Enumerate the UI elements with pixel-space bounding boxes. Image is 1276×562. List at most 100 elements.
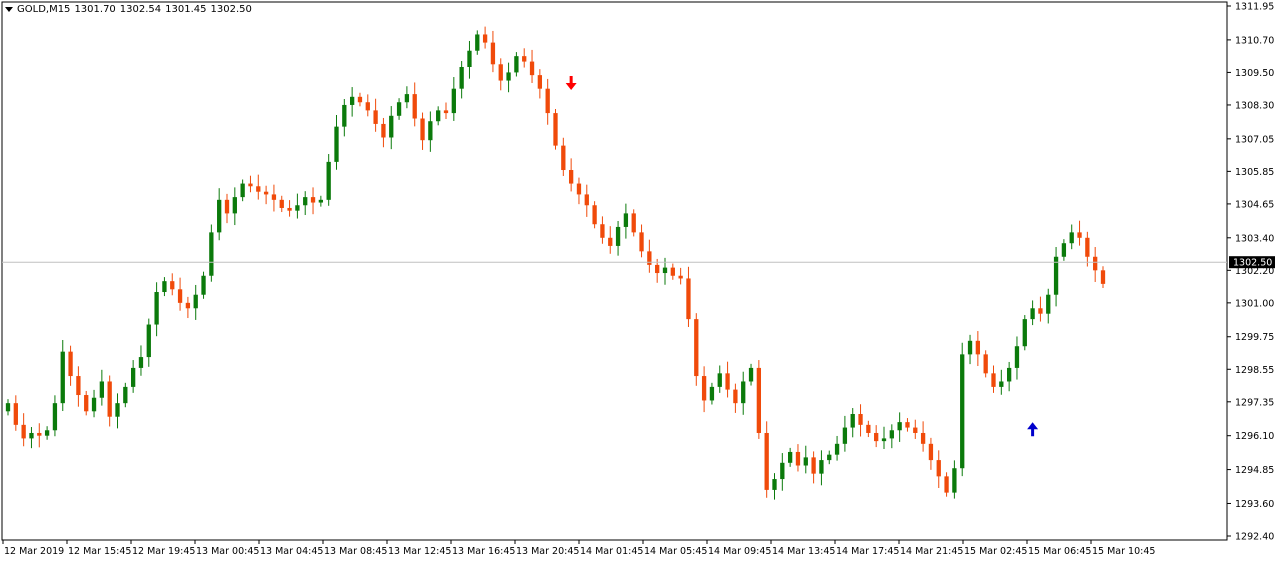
ohlc-high: 1302.54 bbox=[119, 4, 162, 15]
price-axis-label: 1294.85 bbox=[1235, 465, 1274, 476]
candle-body bbox=[568, 170, 574, 184]
candle-body bbox=[37, 432, 42, 436]
candle-body bbox=[99, 381, 105, 398]
candle-body bbox=[576, 183, 582, 195]
candle-body bbox=[76, 376, 81, 396]
candlestick-chart[interactable]: 1311.95 1310.70 1309.50 1308.30 1307.05 1305.… bbox=[0, 0, 1276, 562]
candle-body bbox=[811, 457, 816, 474]
candle-body bbox=[21, 424, 26, 439]
time-axis-label: 14 Mar 17:45 bbox=[836, 546, 899, 557]
candle-body bbox=[913, 427, 918, 433]
candle-body bbox=[193, 294, 198, 309]
price-axis-label: 1301.00 bbox=[1235, 298, 1274, 309]
candle-body bbox=[678, 275, 683, 279]
candle-body bbox=[1100, 270, 1106, 284]
candle-body bbox=[412, 94, 417, 119]
price-axis-label: 1298.55 bbox=[1235, 365, 1274, 376]
candle-body bbox=[177, 289, 183, 303]
symbol-timeframe: GOLD,M15 bbox=[17, 4, 71, 15]
candle-body bbox=[146, 324, 151, 358]
candle-body bbox=[772, 479, 777, 490]
candle-body bbox=[615, 226, 621, 246]
candle-body bbox=[365, 102, 370, 111]
candle-body bbox=[420, 118, 425, 141]
candle-body bbox=[1085, 237, 1090, 257]
price-axis-label: 1311.95 bbox=[1235, 2, 1274, 13]
candle-body bbox=[170, 281, 175, 290]
candle-body bbox=[623, 213, 629, 227]
candle-body bbox=[84, 395, 89, 412]
candle-body bbox=[428, 121, 433, 141]
candle-body bbox=[850, 414, 855, 428]
time-axis-label: 13 Mar 12:45 bbox=[388, 546, 451, 557]
candle-body bbox=[709, 386, 715, 401]
candle-body bbox=[1038, 308, 1043, 314]
candle-body bbox=[725, 373, 730, 390]
candle-body bbox=[1006, 367, 1012, 382]
candle-body bbox=[756, 367, 762, 433]
candle-body bbox=[561, 145, 566, 171]
candle-body bbox=[686, 278, 691, 320]
time-axis-label: 13 Mar 00:45 bbox=[196, 546, 259, 557]
candle-body bbox=[803, 457, 808, 466]
time-axis-label: 15 Mar 06:45 bbox=[1028, 546, 1091, 557]
candle-body bbox=[389, 115, 394, 138]
price-axis-label: 1299.75 bbox=[1235, 332, 1274, 343]
candle-body bbox=[91, 397, 97, 412]
candle-body bbox=[342, 104, 347, 127]
ohlc-open: 1301.70 bbox=[74, 4, 116, 15]
candle-body bbox=[662, 267, 668, 274]
candle-body bbox=[263, 191, 269, 195]
candle-body bbox=[952, 468, 957, 493]
chart-header: GOLD,M15 1301.70 1302.54 1301.45 1302.50 bbox=[5, 4, 256, 15]
time-axis-label: 12 Mar 2019 bbox=[4, 546, 64, 557]
candle-body bbox=[967, 340, 973, 355]
candle-body bbox=[1061, 243, 1067, 257]
price-axis-label: 1293.60 bbox=[1235, 499, 1274, 510]
candle-body bbox=[373, 110, 378, 124]
candle-body bbox=[310, 197, 316, 203]
candle-body bbox=[631, 213, 636, 233]
candle-body bbox=[897, 422, 902, 431]
chart-window[interactable]: 1311.95 1310.70 1309.50 1308.30 1307.05 1305.… bbox=[0, 0, 1276, 562]
candle-body bbox=[1014, 346, 1020, 368]
collapse-triangle-icon[interactable] bbox=[5, 7, 13, 12]
candle-body bbox=[287, 207, 292, 211]
time-axis-label: 14 Mar 05:45 bbox=[644, 546, 707, 557]
candle-body bbox=[522, 56, 527, 62]
ohlc-low: 1301.45 bbox=[165, 4, 207, 15]
time-axis-label: 12 Mar 15:45 bbox=[68, 546, 131, 557]
candle-body bbox=[944, 476, 949, 493]
candle-body bbox=[920, 432, 926, 444]
price-axis-label: 1309.50 bbox=[1235, 68, 1274, 79]
candle-body bbox=[717, 373, 722, 387]
candle-body bbox=[68, 351, 73, 377]
candle-body bbox=[475, 34, 480, 51]
candle-body bbox=[960, 354, 965, 469]
candle-body bbox=[741, 381, 746, 404]
time-axis-label: 14 Mar 01:45 bbox=[580, 546, 643, 557]
candle-body bbox=[975, 340, 981, 355]
price-axis-label: 1307.05 bbox=[1235, 134, 1274, 145]
time-axis-label: 13 Mar 20:45 bbox=[516, 546, 579, 557]
candle-body bbox=[396, 102, 402, 116]
candle-body bbox=[115, 403, 120, 417]
candle-body bbox=[991, 373, 996, 387]
candle-body bbox=[334, 126, 339, 162]
candle-body bbox=[889, 430, 894, 439]
candle-body bbox=[209, 232, 214, 276]
candle-body bbox=[999, 381, 1004, 387]
candle-body bbox=[295, 205, 300, 211]
candle-body bbox=[1077, 232, 1082, 238]
candle-body bbox=[13, 403, 18, 425]
candle-body bbox=[52, 403, 58, 431]
candle-body bbox=[701, 376, 707, 401]
candle-body bbox=[819, 460, 824, 474]
candle-body bbox=[1069, 232, 1074, 244]
candle-body bbox=[201, 275, 206, 295]
candle-body bbox=[467, 50, 472, 67]
candle-body bbox=[827, 454, 832, 461]
time-axis-label: 14 Mar 13:45 bbox=[772, 546, 835, 557]
candle-body bbox=[905, 422, 910, 428]
candle-body bbox=[655, 264, 660, 274]
